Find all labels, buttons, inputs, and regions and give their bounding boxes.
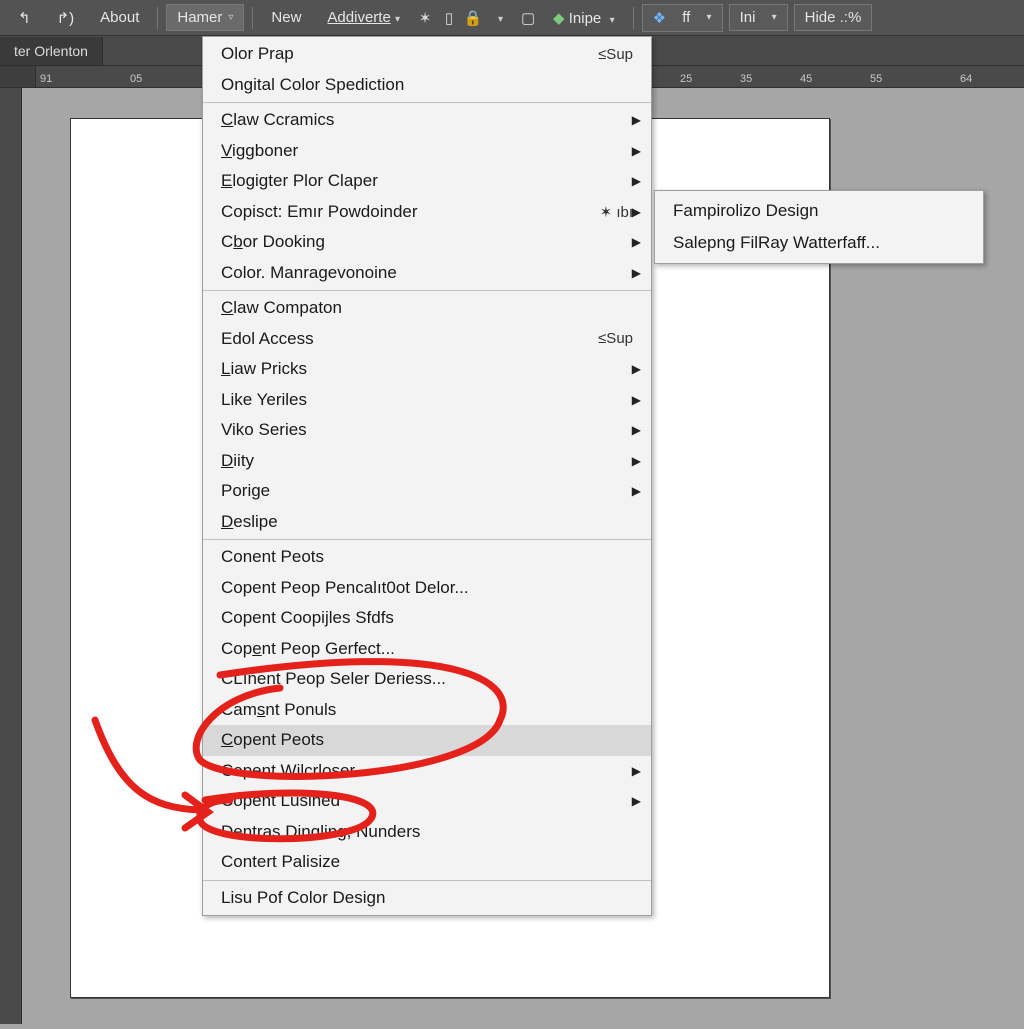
submenu-item[interactable]: Salepng FilRay Watterfaff... [655,227,983,259]
menu-item[interactable]: Diity▶ [203,446,651,477]
dropdown-caret[interactable]: ▾ [488,5,513,30]
menu-item-highlighted[interactable]: Copent Peots [203,725,651,756]
menu-item[interactable]: Lisu Pof Color Design [203,883,651,914]
shortcut-label: ✶ ıbı [600,203,633,221]
ruler-mark: 05 [130,73,142,85]
ruler-corner [0,66,36,87]
menubar: ↰ ↱) About Hamer▿ New Addiverte ▾ ✶ ▯ 🔒 … [0,0,1024,36]
menu-item[interactable]: Copent Peop Pencalıt0ot Delor... [203,573,651,604]
menu-item[interactable]: Liaw Pricks▶ [203,354,651,385]
submenu-arrow-icon: ▶ [632,484,641,498]
menu-item[interactable]: Camsnt Ponuls [203,695,651,726]
chevron-down-icon: ▾ [610,15,615,26]
menu-addiverte[interactable]: Addiverte ▾ [317,5,410,30]
ruler-mark: 64 [960,73,972,85]
separator [252,7,253,29]
vertical-ruler [0,88,22,1024]
menu-item[interactable]: Conent Peots [203,542,651,573]
menu-item[interactable]: Color. Manragevonoine▶ [203,258,651,289]
menu-item[interactable]: Dentras Dingling, Nunders [203,817,651,848]
chevron-down-icon: ▿ [228,12,233,23]
submenu-arrow-icon: ▶ [632,235,641,249]
device-icon[interactable]: ▯ [440,9,458,27]
menu-item[interactable]: Copent Lusihed▶ [203,786,651,817]
menu-item[interactable]: Viko Series▶ [203,415,651,446]
shortcut-label: ≤Sup [598,330,633,347]
menu-divider [203,102,651,103]
submenu-arrow-icon: ▶ [632,423,641,437]
menu-item[interactable]: Elogigter Plor Claper▶ [203,166,651,197]
menu-item[interactable]: Copent Peop Gerfect... [203,634,651,665]
undo-icon[interactable]: ↰ [8,5,41,31]
submenu-arrow-icon: ▶ [632,794,641,808]
submenu-arrow-icon: ▶ [632,393,641,407]
menu-item[interactable]: Copisct: Emır Powdoinder✶ ıbı▶ [203,197,651,228]
dropdown-menu: Olor Prap ≤Sup Ongital Color Spediction … [202,36,652,916]
submenu-arrow-icon: ▶ [632,205,641,219]
separator [157,7,158,29]
menu-item[interactable]: Like Yeriles▶ [203,385,651,416]
ruler-mark: 25 [680,73,692,85]
picture-icon[interactable]: ▢ [519,9,537,27]
submenu-arrow-icon: ▶ [632,266,641,280]
menu-item[interactable]: Contert Palisize [203,847,651,878]
menu-divider [203,880,651,881]
menu-hide[interactable]: Hide .:% [794,4,873,31]
menu-item[interactable]: Porige▶ [203,476,651,507]
menu-new[interactable]: New [261,5,311,30]
menu-item[interactable]: Deslipe [203,507,651,538]
ruler-mark: 45 [800,73,812,85]
menu-item[interactable]: Viggboner▶ [203,136,651,167]
menu-item[interactable]: Cbor Dooking▶ [203,227,651,258]
lock-icon[interactable]: 🔒 [464,9,482,27]
menu-item[interactable]: CLınent Peop Seler Deriess... [203,664,651,695]
menu-divider [203,290,651,291]
submenu-arrow-icon: ▶ [632,764,641,778]
submenu-arrow-icon: ▶ [632,362,641,376]
separator [633,7,634,29]
redo-icon[interactable]: ↱) [47,5,85,31]
menu-divider [203,539,651,540]
submenu-arrow-icon: ▶ [632,454,641,468]
menu-item[interactable]: Edol Access≤Sup [203,324,651,355]
chevron-down-icon: ▾ [395,14,400,25]
submenu-arrow-icon: ▶ [632,144,641,158]
menu-item[interactable]: Copent Wilcrloser...▶ [203,756,651,787]
ruler-mark: 55 [870,73,882,85]
menu-item[interactable]: Ongital Color Spediction [203,70,651,101]
menu-hamer[interactable]: Hamer▿ [166,4,244,31]
wand-icon[interactable]: ✶ [416,9,434,27]
menu-item[interactable]: Claw Ccramics▶ [203,105,651,136]
shortcut-label: ≤Sup [598,46,633,63]
menu-ff[interactable]: ❖ ff ▾ [642,4,723,32]
ruler-mark: 91 [40,73,52,85]
submenu-flyout: Fampirolizo Design Salepng FilRay Watter… [654,190,984,264]
document-tab[interactable]: ter Orlenton [0,37,103,65]
menu-item[interactable]: Claw Compaton [203,293,651,324]
menu-inipe[interactable]: ◆ Inipe ▾ [543,5,625,31]
submenu-arrow-icon: ▶ [632,113,641,127]
ruler-mark: 35 [740,73,752,85]
menu-item[interactable]: Olor Prap ≤Sup [203,39,651,70]
submenu-arrow-icon: ▶ [632,174,641,188]
menu-about[interactable]: About [90,5,149,30]
menu-ini[interactable]: Ini ▾ [729,4,788,31]
submenu-item[interactable]: Fampirolizo Design [655,195,983,227]
menu-item[interactable]: Copent Coopijles Sfdfs [203,603,651,634]
